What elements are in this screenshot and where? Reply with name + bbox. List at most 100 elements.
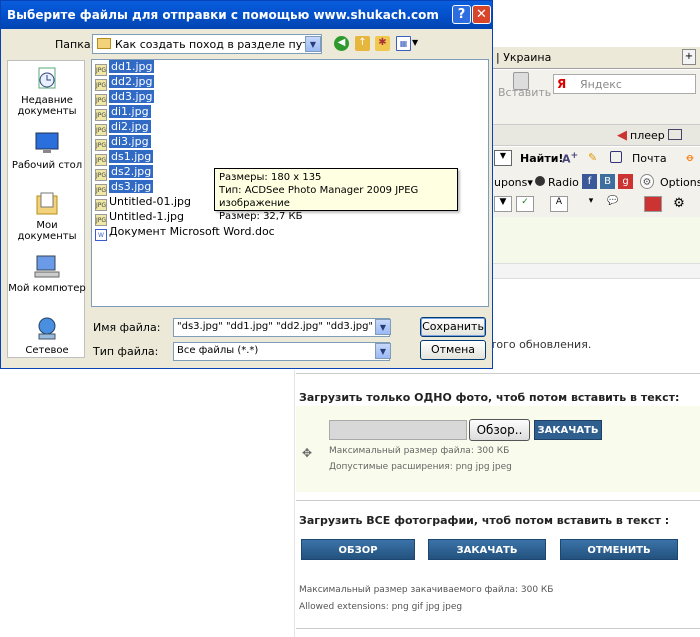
view-dropdown-icon[interactable]: ▼ (412, 38, 418, 47)
folder-icon (97, 38, 111, 49)
place-my-computer[interactable]: Мой компютер (8, 254, 86, 294)
my-documents-icon (36, 192, 58, 215)
multi-upload-title: Загрузить ВСЕ фотографии, чтоб потом вст… (299, 514, 670, 527)
section-divider (296, 628, 700, 629)
new-folder-icon[interactable]: ✱ (375, 36, 390, 51)
back-icon[interactable]: ◀ (334, 36, 349, 51)
file-item[interactable]: JPG di2.jpg (95, 120, 151, 136)
new-tab-button[interactable]: + (682, 49, 696, 65)
file-open-dialog: Выберите файлы для отправки с помощью ww… (0, 0, 493, 369)
overview-button[interactable]: ОБЗОР (301, 539, 415, 560)
google-plus-icon[interactable]: g (618, 174, 633, 189)
desktop-icon (35, 132, 59, 153)
help-button[interactable]: ? (452, 5, 471, 24)
folder-value: Как создать поход в разделе путешествие (115, 38, 305, 51)
dialog-titlebar[interactable]: Выберите файлы для отправки с помощью ww… (1, 1, 492, 29)
close-button[interactable]: ✕ (472, 5, 491, 24)
upload-single-button[interactable]: ЗАКАЧАТЬ (534, 420, 602, 440)
up-folder-icon[interactable]: ↑ (355, 36, 370, 51)
search-dropdown[interactable]: ▼ (494, 150, 512, 166)
folder-label: Папка: (55, 38, 95, 51)
place-network[interactable]: Сетевое (8, 316, 86, 356)
mail-envelope-icon[interactable] (668, 129, 682, 140)
file-item[interactable]: JPG dd2.jpg (95, 75, 155, 91)
page-header-band (490, 217, 700, 263)
pen-icon[interactable]: ✎ (588, 151, 597, 164)
filename-input[interactable]: "ds3.jpg" "dd1.jpg" "dd2.jpg" "dd3.jpg" … (173, 318, 390, 337)
place-desktop[interactable]: Рабочий стол (8, 131, 86, 171)
yandex-search-box[interactable]: Я Яндекс (553, 74, 696, 94)
settings-gear-icon[interactable]: ⚙ (670, 196, 688, 212)
file-item[interactable]: JPG ds1.jpg (95, 150, 154, 166)
filename-dropdown-arrow[interactable]: ▼ (375, 319, 391, 335)
single-upload-title: Загрузить только ОДНО фото, чтоб потом в… (299, 391, 680, 404)
radio-button[interactable]: Radio (548, 176, 579, 189)
place-label: Мой компютер (8, 283, 86, 294)
network-icon (38, 317, 56, 340)
upload-all-button[interactable]: ЗАКАЧАТЬ (428, 539, 546, 560)
cancel-upload-button[interactable]: ОТМЕНИТЬ ЗАКАЧКУ (560, 539, 678, 577)
file-item[interactable]: JPG di3.jpg (95, 135, 151, 151)
cancel-button[interactable]: Отмена (420, 340, 486, 360)
mail-button[interactable]: Почта (632, 152, 667, 165)
font-icon[interactable]: A (550, 196, 568, 212)
save-button[interactable]: Сохранить (420, 317, 486, 337)
file-item[interactable]: W Документ Microsoft Word.doc (95, 225, 275, 241)
file-item[interactable]: JPG ds3.jpg (95, 180, 154, 196)
filetype-dropdown-arrow[interactable]: ▼ (375, 343, 391, 359)
file-item[interactable]: JPG ds2.jpg (95, 165, 154, 181)
comment-icon[interactable]: 💬 (604, 196, 622, 212)
options-button[interactable]: Options▾ (660, 176, 700, 189)
filetype-label: Тип файла: (93, 345, 159, 358)
folder-select[interactable]: Как создать поход в разделе путешествие (92, 34, 322, 54)
radio-icon[interactable] (535, 176, 545, 186)
browse-button[interactable]: Обзор.. (469, 419, 530, 441)
player-button[interactable]: плеер (630, 129, 665, 142)
magnifier-icon[interactable] (610, 151, 622, 163)
paste-button[interactable]: Вставить (498, 86, 551, 99)
file-item[interactable]: JPG Untitled-01.jpg (95, 195, 191, 211)
book-icon[interactable] (644, 196, 662, 212)
section-divider (296, 373, 700, 374)
highlight-icon[interactable]: A+ (562, 150, 578, 166)
file-item[interactable]: JPG di1.jpg (95, 105, 151, 121)
word-document-icon: W (95, 229, 107, 241)
dropdown-icon[interactable]: ▼ (494, 196, 512, 212)
tooltip-size: Размер: 32,7 КБ (219, 211, 303, 222)
move-icon[interactable]: ✥ (302, 446, 312, 460)
browser-tab-strip: | Украина + (490, 47, 700, 69)
arrow-down-icon[interactable]: ▾ (582, 196, 600, 212)
place-label: Мои документы (17, 220, 77, 242)
single-upload-panel: ✥ Обзор.. ЗАКАЧАТЬ Максимальный размер ф… (296, 406, 700, 492)
file-path-field[interactable] (329, 420, 467, 440)
filename-label: Имя файла: (93, 321, 161, 334)
extensions-hint: Допустимые расширения: png jpg jpeg (329, 462, 512, 472)
view-menu-icon[interactable]: ▦ (396, 36, 411, 51)
update-text: того обновления. (490, 338, 592, 351)
browser-toolbar-4: upons▾ Radio f B g ⚙ Options▾ (490, 171, 700, 193)
folder-dropdown-arrow[interactable]: ▼ (305, 36, 321, 52)
browser-toolbar-5: ▼ ✓ A ▾ 💬 ⚙ (490, 193, 700, 217)
place-label: Рабочий стол (11, 160, 83, 171)
place-recent-documents[interactable]: Недавние документы (8, 66, 86, 117)
options-gear-icon[interactable]: ⚙ (640, 174, 654, 189)
find-button[interactable]: Найти! (520, 152, 563, 165)
tooltip-type: Тип: ACDSee Photo Manager 2009 JPEG изоб… (219, 185, 419, 209)
my-computer-icon (34, 255, 60, 278)
odnoklassniki-icon[interactable]: ꝋ (686, 151, 694, 164)
yandex-icon: Я (557, 77, 567, 91)
file-item[interactable]: JPG dd3.jpg (95, 90, 155, 106)
speaker-icon[interactable]: ◀ (617, 128, 627, 143)
file-item[interactable]: JPG Untitled-1.jpg (95, 210, 184, 226)
browser-tab[interactable]: | Украина (496, 51, 551, 64)
place-label: Сетевое (25, 345, 69, 356)
place-my-documents[interactable]: Мои документы (8, 191, 86, 242)
vkontakte-icon[interactable]: B (600, 174, 615, 189)
filetype-select[interactable]: Все файлы (*.*) (173, 342, 390, 361)
facebook-icon[interactable]: f (582, 174, 597, 189)
spellcheck-icon[interactable]: ✓ (516, 196, 534, 212)
page-divider (490, 263, 700, 279)
browser-toolbar-3: ▼ Найти! A+ ✎ Почта ꝋ (490, 147, 700, 171)
file-item[interactable]: JPG dd1.jpg (95, 60, 155, 76)
coupons-button[interactable]: upons▾ (494, 176, 533, 189)
